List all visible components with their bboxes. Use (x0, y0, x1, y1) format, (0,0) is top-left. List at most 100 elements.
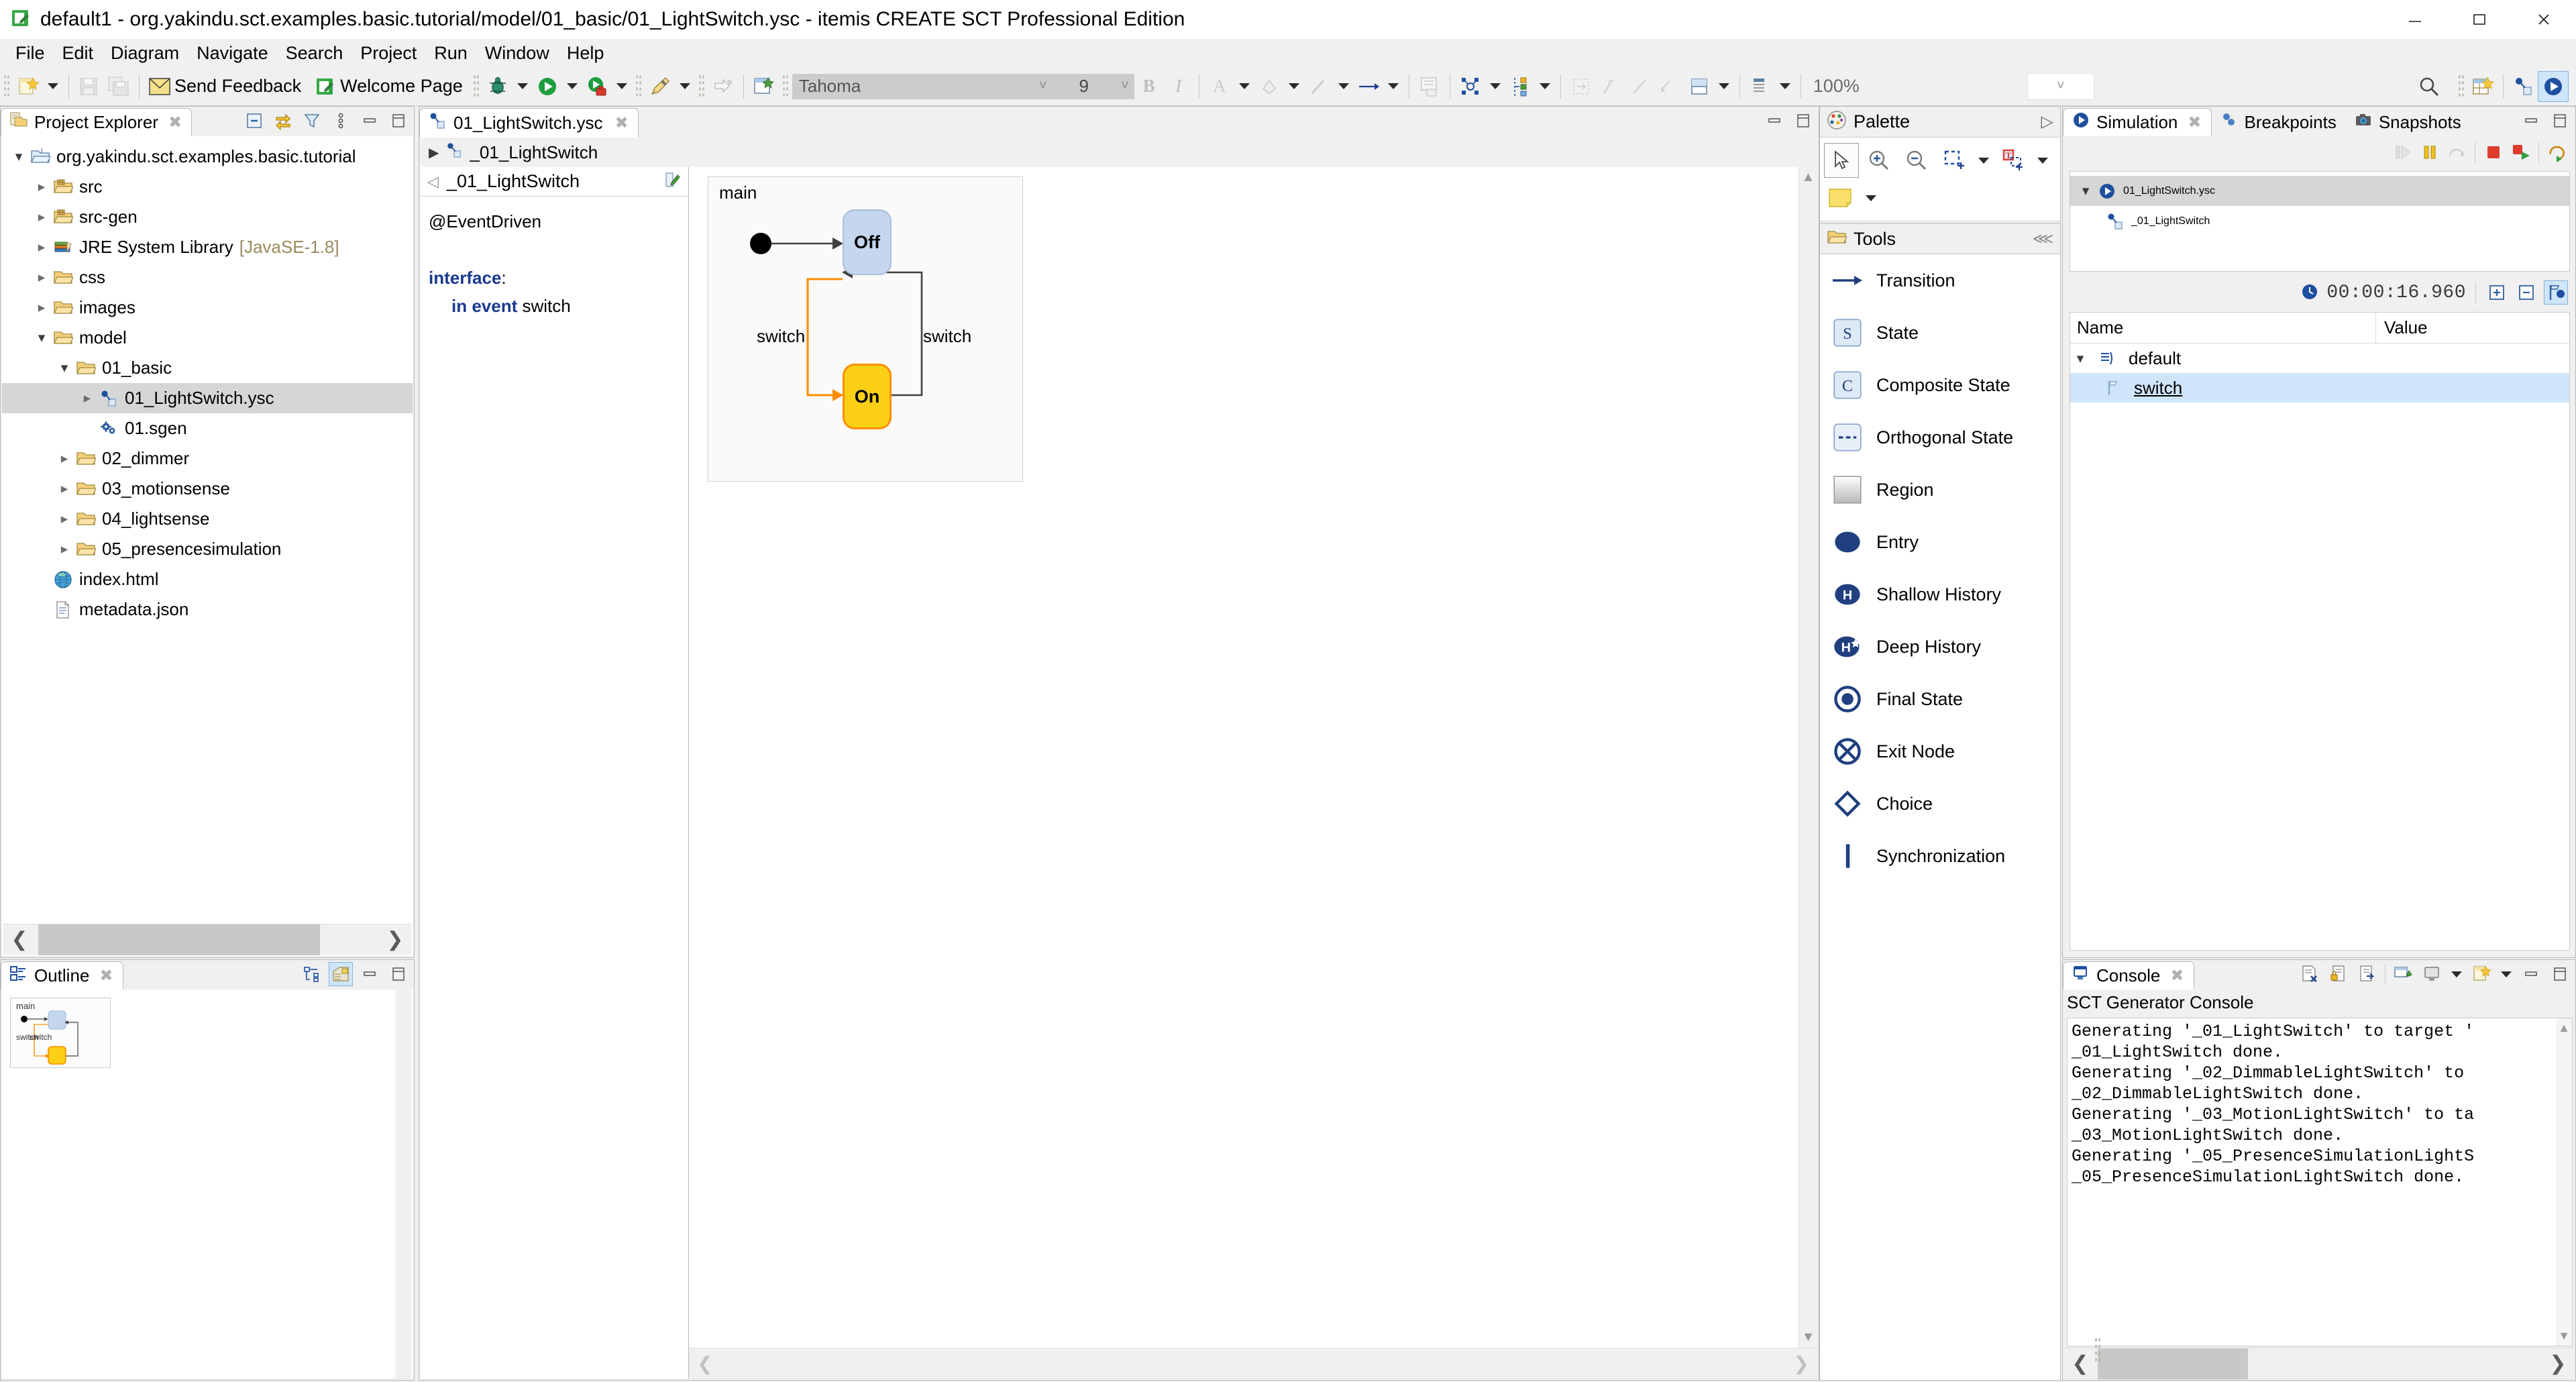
note-tool-dropdown[interactable] (1862, 180, 1880, 215)
palette-tool-state[interactable]: S State (1820, 307, 2060, 359)
minimize-view-icon[interactable] (358, 963, 381, 986)
scroll-left-icon[interactable]: ❮ (697, 1352, 712, 1375)
run-button[interactable] (533, 72, 562, 101)
line-style-dropdown[interactable] (1383, 72, 1403, 101)
marquee-dropdown[interactable] (1974, 143, 1993, 178)
arrange-all-dropdown[interactable] (1485, 72, 1505, 101)
pin-console-icon[interactable] (2356, 963, 2379, 986)
outline-thumbnail-mode-icon[interactable] (329, 962, 353, 986)
close-icon[interactable]: ✖ (99, 966, 113, 986)
maximize-view-icon[interactable] (2548, 963, 2571, 986)
expand-all-variables-icon[interactable] (2485, 281, 2508, 304)
select-tool-button[interactable] (1824, 143, 1859, 178)
scroll-up-icon[interactable]: ▲ (1802, 170, 1815, 185)
expand-arrow-icon[interactable]: ▸ (54, 480, 74, 497)
new-wizard-button[interactable] (13, 72, 43, 101)
palette-tool-synchronization[interactable]: Synchronization (1820, 830, 2060, 882)
tree-item-04-lightsense[interactable]: ▸ 04_lightsense (2, 504, 413, 534)
line-color-button[interactable] (1304, 72, 1334, 101)
scroll-left-icon[interactable]: ❮ (2064, 1352, 2096, 1375)
palette-tool-transition[interactable]: Transition (1820, 254, 2060, 307)
menu-file[interactable]: File (7, 40, 54, 66)
external-tools-dropdown[interactable] (612, 72, 632, 101)
expand-arrow-icon[interactable]: ▾ (2070, 350, 2090, 367)
expand-arrow-icon[interactable]: ▾ (32, 329, 52, 346)
palette-tool-shallow-history[interactable]: H Shallow History (1820, 568, 2060, 621)
outline-thumbnail[interactable]: main switch switch (10, 998, 111, 1068)
suspend-button[interactable] (2418, 141, 2441, 164)
tab-simulation[interactable]: Simulation ✖ (2063, 108, 2212, 136)
font-size-field[interactable]: ˅ 9 ˅ (1033, 73, 1134, 99)
minimize-view-icon[interactable] (2520, 109, 2542, 132)
open-perspective-icon[interactable] (2468, 72, 2498, 101)
raise-event-icon[interactable] (2544, 280, 2568, 305)
menu-diagram[interactable]: Diagram (102, 40, 188, 66)
menu-project[interactable]: Project (352, 40, 425, 66)
transition-label-on-to-off[interactable]: switch (923, 326, 971, 347)
simulation-perspective-icon[interactable] (2538, 70, 2569, 102)
expand-arrow-icon[interactable]: ▾ (2076, 182, 2096, 199)
palette-pin-icon[interactable]: ▷ (2041, 112, 2053, 131)
expand-arrow-icon[interactable]: ▸ (77, 390, 97, 407)
collapse-pane-icon[interactable]: ◁ (427, 173, 439, 191)
scroll-right-icon[interactable]: ❯ (2542, 1352, 2574, 1375)
statechart-diagram-canvas[interactable]: main Off On switch switch ▲ ▼ ❮ ❯ (689, 167, 1817, 1379)
expand-arrow-icon[interactable]: ▾ (54, 360, 74, 376)
collapse-all-icon[interactable] (243, 109, 266, 132)
font-name-field[interactable]: Tahoma (792, 73, 1034, 99)
zoom-out-tool-button[interactable] (1899, 143, 1934, 178)
close-icon[interactable]: ✖ (2188, 113, 2201, 132)
scroll-lock-icon[interactable] (2327, 963, 2350, 986)
font-color-button[interactable]: A (1205, 72, 1234, 101)
bold-button[interactable]: B (1134, 72, 1164, 101)
editor-breadcrumb[interactable]: ▶ _01_LightSwitch (421, 138, 1817, 167)
text-tool-button[interactable]: T (1996, 143, 2031, 178)
sim-tree-row-statechart[interactable]: _01_LightSwitch (2070, 206, 2569, 236)
scroll-right-icon[interactable]: ❯ (379, 928, 411, 951)
menu-navigate[interactable]: Navigate (188, 40, 277, 66)
palette-tool-exit-node[interactable]: Exit Node (1820, 725, 2060, 778)
scroll-down-icon[interactable]: ▼ (2558, 1329, 2570, 1343)
text-tool-dropdown[interactable] (2033, 143, 2052, 178)
palette-tool-region[interactable]: Region (1820, 464, 2060, 516)
clear-console-icon[interactable] (2298, 963, 2321, 986)
font-color-dropdown[interactable] (1234, 72, 1254, 101)
expand-arrow-icon[interactable]: ▸ (54, 511, 74, 527)
save-all-button[interactable] (104, 72, 133, 101)
tree-item-01-lightswitch-ysc[interactable]: ▸ 01_LightSwitch.ysc (2, 383, 413, 413)
tab-breakpoints[interactable]: Breakpoints (2211, 108, 2346, 136)
view-menu-icon[interactable] (329, 109, 352, 132)
debug-button[interactable] (483, 72, 513, 101)
menu-window[interactable]: Window (476, 40, 558, 66)
hscroll-thumb[interactable] (38, 924, 320, 955)
palette-tool-choice[interactable]: Choice (1820, 778, 2060, 830)
menu-run[interactable]: Run (425, 40, 476, 66)
close-icon[interactable]: ✖ (168, 113, 182, 132)
console-hscroll-thumb[interactable] (2098, 1348, 2248, 1379)
edit-definition-icon[interactable] (663, 170, 682, 193)
link-with-editor-icon[interactable] (272, 109, 294, 132)
breadcrumb-expand-icon[interactable]: ▶ (429, 144, 439, 161)
pen-tool-button[interactable] (645, 72, 675, 101)
tree-item-01-basic[interactable]: ▾ 01_basic (2, 353, 413, 383)
line-style-button[interactable] (1354, 72, 1383, 101)
minimize-editor-icon[interactable] (1763, 109, 1786, 132)
scroll-left-icon[interactable]: ❮ (3, 928, 36, 951)
collapse-all-variables-icon[interactable] (2515, 281, 2538, 304)
save-button[interactable] (74, 72, 104, 101)
menu-help[interactable]: Help (558, 40, 613, 66)
scroll-up-icon[interactable]: ▲ (2558, 1021, 2570, 1035)
tab-console[interactable]: Console ✖ (2063, 961, 2194, 990)
open-console-dropdown[interactable] (2499, 963, 2514, 986)
table-row-default[interactable]: ▾ default (2070, 343, 2569, 373)
tree-item-03-motionsense[interactable]: ▸ 03_motionsense (2, 474, 413, 504)
state-on[interactable]: On (843, 364, 892, 429)
pen-tool-dropdown[interactable] (675, 72, 695, 101)
tools-header[interactable]: Tools ⋘ (1820, 223, 2060, 254)
expand-arrow-icon[interactable]: ▸ (54, 541, 74, 557)
text-align-button[interactable] (1746, 72, 1775, 101)
tree-item-src-gen[interactable]: ▸ src-gen (2, 202, 413, 232)
variable-name-switch[interactable]: switch (2134, 378, 2182, 398)
arrange-all-button[interactable] (1456, 72, 1485, 101)
palette-tool-final-state[interactable]: Final State (1820, 673, 2060, 725)
